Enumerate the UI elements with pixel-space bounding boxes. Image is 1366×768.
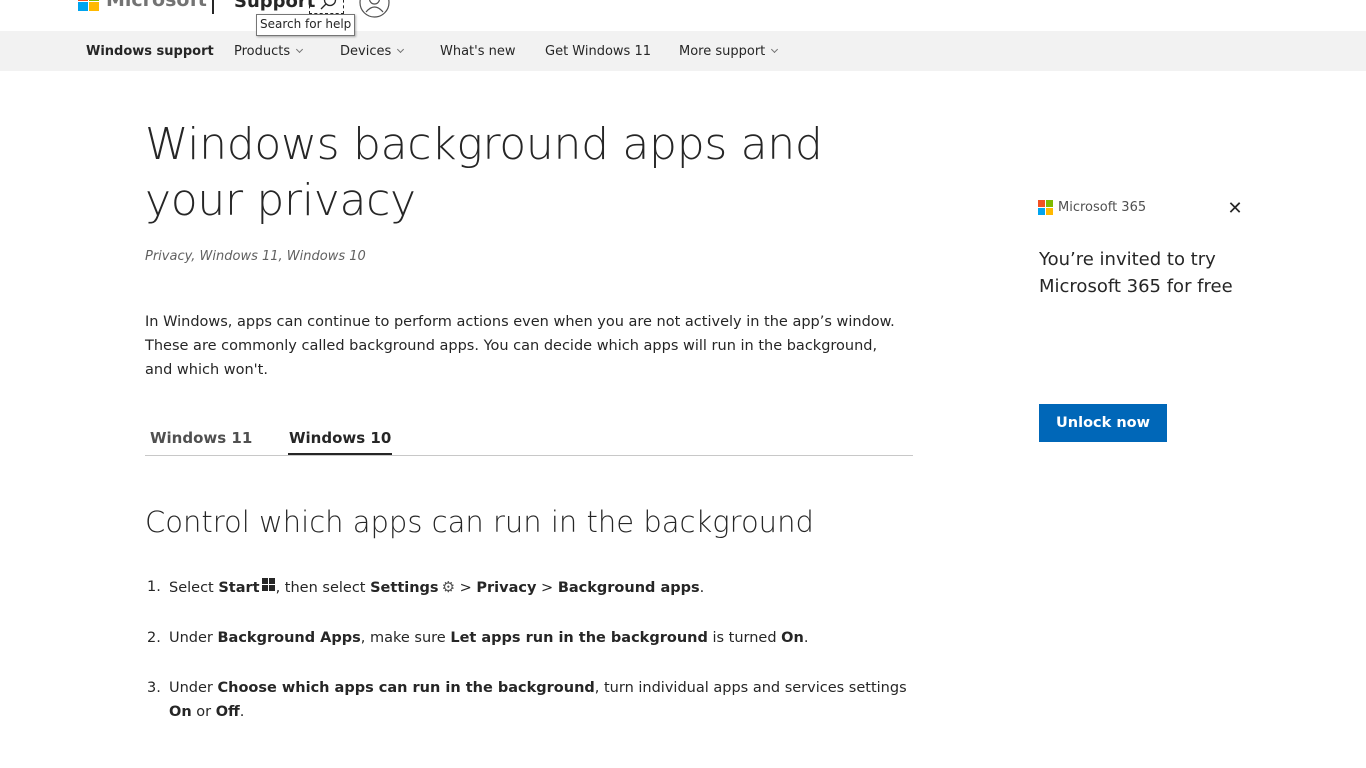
microsoft-365-logo-icon — [1038, 200, 1054, 216]
nav-devices[interactable]: Devices — [340, 44, 405, 59]
chevron-down-icon — [397, 45, 405, 54]
step-text: Under — [169, 680, 218, 696]
windows-start-icon — [261, 578, 276, 592]
step-text: , make sure — [360, 630, 451, 646]
close-icon[interactable]: ✕ — [1226, 200, 1244, 218]
promo-brand: Microsoft 365 — [1058, 200, 1147, 215]
step-text: or — [191, 704, 216, 720]
tab-windows-10[interactable]: Windows 10 — [288, 429, 393, 455]
nav-products[interactable]: Products — [234, 44, 304, 59]
search-icon — [320, 0, 337, 10]
intro-paragraph: In Windows, apps can continue to perform… — [145, 314, 895, 378]
step-bold: Let apps run in the background — [450, 630, 708, 646]
header-divider — [212, 0, 214, 14]
tab-windows-11[interactable]: Windows 11 — [149, 429, 253, 455]
step-text: > — [536, 580, 558, 596]
step-text: Select — [169, 580, 219, 596]
step-number: 2. — [147, 630, 161, 646]
section-heading: Control which apps can run in the backgr… — [145, 505, 814, 539]
step-text: . — [699, 580, 705, 596]
microsoft-brand[interactable]: Microsoft — [106, 0, 207, 11]
step-text: , turn individual apps and services sett… — [594, 680, 907, 696]
step-text: . — [803, 630, 809, 646]
nav-products-label: Products — [234, 44, 291, 59]
list-item: 2. Under Background Apps, make sure Let … — [145, 626, 915, 650]
support-nav: Windows support Products Devices What's … — [0, 31, 1366, 71]
step-bold: Off — [215, 704, 240, 720]
nav-more-support-label: More support — [679, 44, 766, 59]
support-link[interactable]: Support — [234, 0, 315, 12]
nav-devices-label: Devices — [340, 44, 392, 59]
step-bold: Settings — [370, 580, 439, 596]
list-item: 1. Select Start , then select Settings ⚙ >… — [145, 575, 915, 600]
step-bold: Start — [218, 580, 260, 596]
step-text: is turned — [707, 630, 782, 646]
steps-list: 1. Select Start , then select Settings ⚙ >… — [145, 575, 915, 750]
promo-text: You’re invited to try Microsoft 365 for … — [1039, 249, 1233, 297]
account-icon[interactable] — [359, 0, 390, 18]
search-button[interactable] — [309, 0, 344, 14]
os-tabs: Windows 11 Windows 10 — [145, 424, 913, 456]
step-text: > — [455, 580, 477, 596]
step-bold: On — [169, 704, 192, 720]
step-bold: On — [781, 630, 804, 646]
search-tooltip: Search for help — [256, 14, 356, 36]
step-bold: Background Apps — [217, 630, 361, 646]
page-title: Windows background apps and your privacy — [145, 119, 823, 226]
chevron-down-icon — [296, 45, 304, 54]
gear-icon: ⚙ — [441, 578, 456, 596]
step-number: 3. — [147, 680, 161, 696]
step-text: , then select — [275, 580, 371, 596]
chevron-down-icon — [771, 45, 779, 54]
nav-get-windows-11[interactable]: Get Windows 11 — [545, 44, 651, 59]
step-text: . — [239, 704, 245, 720]
step-bold: Background apps — [557, 580, 700, 596]
applies-to: Privacy, Windows 11, Windows 10 — [145, 249, 366, 264]
step-text: Under — [169, 630, 218, 646]
nav-more-support[interactable]: More support — [679, 44, 779, 59]
top-header: Microsoft Support — [0, 0, 1366, 31]
step-number: 1. — [147, 579, 161, 595]
microsoft-logo-icon[interactable] — [78, 0, 100, 12]
nav-whats-new[interactable]: What's new — [440, 44, 516, 59]
nav-windows-support[interactable]: Windows support — [86, 44, 214, 59]
unlock-now-button[interactable]: Unlock now — [1039, 404, 1167, 442]
step-bold: Privacy — [476, 580, 537, 596]
list-item: 3. Under Choose which apps can run in th… — [145, 676, 915, 724]
step-bold: Choose which apps can run in the backgro… — [217, 680, 595, 696]
